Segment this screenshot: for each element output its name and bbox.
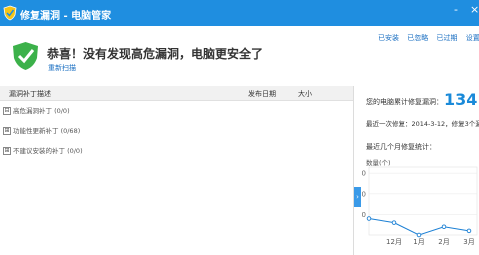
title-bar: 修复漏洞 - 电脑管家 - × bbox=[0, 0, 479, 26]
chart-frame bbox=[368, 166, 478, 236]
collapse-icon[interactable]: ⊟ bbox=[3, 107, 11, 115]
data-point bbox=[366, 216, 372, 221]
x-tick-label: 2月 bbox=[438, 238, 449, 246]
safe-shield-icon bbox=[13, 42, 38, 70]
x-tick-label: 1月 bbox=[413, 238, 424, 246]
window-title: 修复漏洞 - 电脑管家 bbox=[20, 11, 112, 22]
y-tick-label: 20 bbox=[361, 190, 366, 198]
group-high-risk[interactable]: ⊟ 高危漏洞补丁 (0/0) bbox=[3, 105, 70, 115]
top-links: 已安装 已忽略 已过期 设置 bbox=[378, 33, 479, 43]
x-tick-label: 3月 bbox=[463, 238, 474, 246]
shield-logo-icon bbox=[3, 5, 17, 21]
group-label: 不建议安装的补丁 (0/0) bbox=[13, 147, 83, 155]
col-date[interactable]: 发布日期 bbox=[248, 89, 276, 99]
total-fixed-count: 134 bbox=[444, 90, 478, 109]
group-not-recommended[interactable]: ⊞ 不建议安装的补丁 (0/0) bbox=[3, 145, 83, 155]
expand-icon[interactable]: ⊞ bbox=[3, 147, 11, 155]
monthly-fix-chart: 10 20 30 12月 1月 2月 3月 bbox=[361, 166, 478, 246]
col-size[interactable]: 大小 bbox=[298, 89, 312, 99]
collapse-panel-icon[interactable]: › bbox=[354, 187, 361, 207]
total-fixed-label: 您的电脑累计修复漏洞： bbox=[366, 98, 443, 106]
table-header: 漏洞补丁描述 发布日期 大小 bbox=[0, 86, 353, 101]
group-functional[interactable]: ⊞ 功能性更新补丁 (0/68) bbox=[3, 125, 80, 135]
y-tick-label: 30 bbox=[361, 170, 366, 178]
data-point bbox=[466, 228, 472, 234]
col-description[interactable]: 漏洞补丁描述 bbox=[9, 89, 51, 99]
x-tick-label: 12月 bbox=[386, 238, 402, 246]
settings-link[interactable]: 设置 bbox=[466, 34, 479, 42]
group-label: 高危漏洞补丁 (0/0) bbox=[13, 107, 70, 115]
panel-divider bbox=[353, 86, 354, 255]
data-point bbox=[441, 224, 447, 230]
expand-icon[interactable]: ⊞ bbox=[3, 127, 11, 135]
minimize-button[interactable]: - bbox=[454, 3, 458, 16]
expired-link[interactable]: 已过期 bbox=[436, 34, 457, 42]
group-label: 功能性更新补丁 (0/68) bbox=[13, 127, 81, 135]
close-button[interactable]: × bbox=[470, 3, 479, 16]
last-fix-info: 最近一次修复：2014-3-12，修复3个漏 bbox=[366, 120, 479, 128]
installed-link[interactable]: 已安装 bbox=[378, 34, 399, 42]
monthly-stats-title: 最近几个月修复统计： bbox=[366, 143, 436, 151]
data-point bbox=[391, 220, 397, 225]
y-tick-label: 10 bbox=[361, 211, 366, 219]
status-headline: 恭喜！没有发现高危漏洞，电脑更安全了 bbox=[47, 47, 264, 61]
ignored-link[interactable]: 已忽略 bbox=[407, 34, 428, 42]
rescan-link[interactable]: 重新扫描 bbox=[48, 63, 76, 73]
data-point bbox=[416, 232, 422, 238]
